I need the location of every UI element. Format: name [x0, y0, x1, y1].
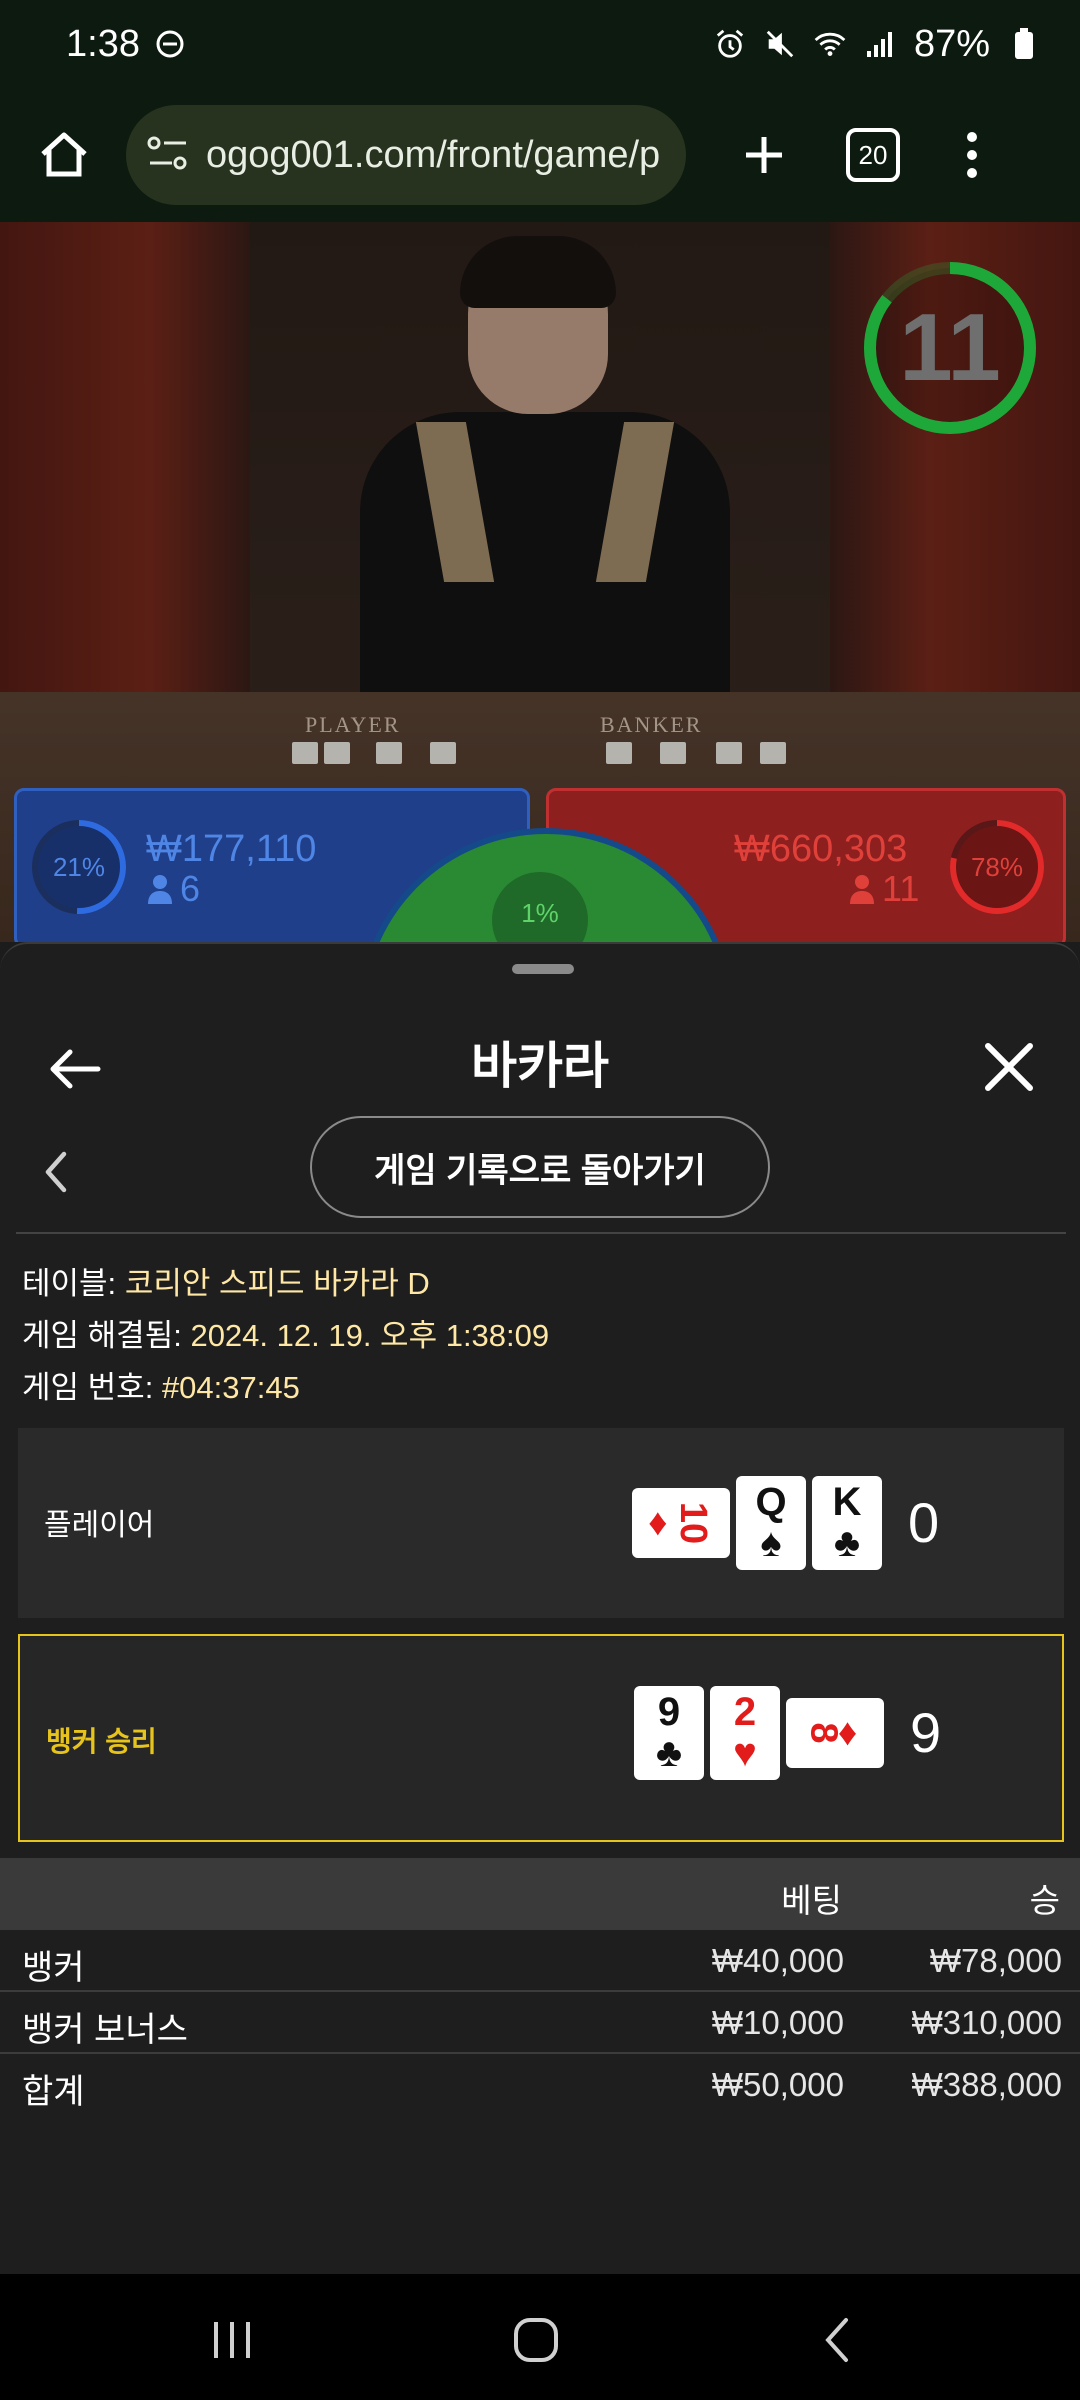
resolved-label: 게임 해결됨:	[22, 1318, 182, 1353]
close-icon[interactable]	[976, 1034, 1042, 1100]
card-suit: ♥	[733, 1731, 757, 1775]
playing-card: 8 ♦	[786, 1698, 884, 1768]
win-amount: ₩78,000	[929, 1942, 1062, 1979]
back-to-history-button[interactable]: 게임 기록으로 돌아가기	[310, 1116, 770, 1218]
playing-card: 9 ♣	[634, 1686, 704, 1780]
site-settings-icon[interactable]	[146, 133, 190, 178]
betting-board: 21% ₩177,110 6 1% ₩660,303 11 78%	[0, 782, 1080, 942]
chevron-left-icon[interactable]	[38, 1146, 74, 1198]
player-bettor-count: 6	[180, 868, 201, 909]
banker-win-label: 뱅커 승리	[46, 1726, 157, 1757]
banker-cards: 9 ♣ 2 ♥ 8 ♦	[634, 1686, 884, 1780]
card-suit: ♠	[760, 1521, 782, 1565]
card-rank: K	[832, 1480, 862, 1524]
alarm-icon	[714, 28, 746, 60]
recent-apps-icon[interactable]	[202, 2312, 262, 2368]
table-info-value: 코리안 스피드 바카라 D	[124, 1266, 430, 1301]
sheet-title: 바카라	[471, 1038, 609, 1094]
game-number-label: 게임 번호:	[22, 1370, 154, 1405]
bet-name: 뱅커 보너스	[22, 2011, 188, 2049]
new-tab-icon[interactable]	[724, 115, 804, 195]
bet-amount: ₩40,000	[711, 1942, 844, 1979]
player-pct: 21%	[52, 852, 106, 882]
player-score: 0	[908, 1491, 940, 1554]
game-history-sheet: 바카라 게임 기록으로 돌아가기 테이블: 코리안 스피드 바카라 D 게임 해…	[0, 942, 1080, 2274]
win-amount: ₩388,000	[911, 2066, 1062, 2103]
home-nav-icon[interactable]	[506, 2312, 566, 2368]
bet-amount: ₩50,000	[711, 2066, 844, 2103]
playing-card: 2 ♥	[710, 1686, 780, 1780]
address-bar[interactable]: ogog001.com/front/game/p	[126, 105, 686, 205]
user-icon	[148, 875, 172, 904]
tab-count: 20	[858, 139, 888, 170]
battery-percent: 87%	[913, 22, 990, 65]
player-total: ₩177,110	[146, 828, 317, 870]
game-number-info: 게임 번호: #04:37:45	[22, 1362, 300, 1407]
sheet-header: 바카라	[0, 992, 1080, 1132]
bet-name: 뱅커	[22, 1949, 85, 1987]
table-info: 테이블: 코리안 스피드 바카라 D	[22, 1258, 430, 1303]
status-bar: 1:38 87%	[0, 0, 1080, 88]
bet-amount: ₩10,000	[711, 2004, 844, 2041]
bet-total-row: 합계 ₩50,000 ₩388,000	[0, 2054, 1080, 2116]
card-suit: ♣	[655, 1731, 683, 1775]
banker-hand-row: 뱅커 승리 9 ♣ 2 ♥ 8 ♦ 9	[18, 1634, 1064, 1842]
card-rank: 2	[733, 1690, 757, 1734]
banker-bettors: 11	[850, 868, 919, 910]
tab-switcher-button[interactable]: 20	[846, 128, 900, 182]
resolved-value: 2024. 12. 19. 오후 1:38:09	[190, 1318, 550, 1353]
banker-bettor-count: 11	[882, 868, 920, 909]
win-amount: ₩310,000	[911, 2004, 1062, 2041]
player-hand-row: 플레이어 ♦ 10 Q ♠ K ♣ 0	[18, 1428, 1064, 1618]
player-cards: ♦ 10 Q ♠ K ♣	[632, 1476, 882, 1570]
banker-score: 9	[910, 1701, 942, 1764]
bet-name: 합계	[22, 2073, 85, 2111]
header-win: 승	[1029, 1882, 1060, 1919]
dnd-icon	[154, 28, 186, 60]
sheet-drag-handle[interactable]	[512, 964, 574, 974]
mute-icon	[764, 28, 796, 60]
banker-total: ₩660,303	[734, 828, 908, 870]
more-menu-icon[interactable]	[952, 115, 992, 195]
bet-row: 뱅커 보너스 ₩10,000 ₩310,000	[0, 1992, 1080, 2054]
battery-icon	[1008, 28, 1040, 60]
player-hand-label: 플레이어	[44, 1509, 155, 1542]
player-bettors: 6	[148, 868, 200, 910]
status-time: 1:38	[66, 22, 140, 65]
playing-card: ♦ 10	[632, 1488, 730, 1558]
banker-pct: 78%	[970, 852, 1024, 882]
card-rank: Q	[755, 1480, 787, 1524]
card-rank: 10	[671, 1501, 714, 1545]
browser-toolbar: ogog001.com/front/game/p 20	[0, 88, 1080, 222]
signal-icon	[864, 28, 896, 60]
back-nav-icon[interactable]	[810, 2312, 870, 2368]
resolved-info: 게임 해결됨: 2024. 12. 19. 오후 1:38:09	[22, 1310, 549, 1355]
tie-pct: 1%	[521, 898, 559, 928]
bets-table-header: 베팅 승	[0, 1858, 1080, 1930]
header-bet: 베팅	[781, 1882, 842, 1919]
home-icon[interactable]	[24, 115, 104, 195]
back-arrow-icon[interactable]	[42, 1036, 108, 1102]
card-rank: 9	[657, 1690, 681, 1734]
url-text[interactable]: ogog001.com/front/game/p	[206, 134, 660, 177]
game-number-value: #04:37:45	[161, 1370, 300, 1405]
card-rank: 8	[802, 1722, 845, 1744]
wifi-icon	[814, 28, 846, 60]
bet-row: 뱅커 ₩40,000 ₩78,000	[0, 1930, 1080, 1992]
user-icon	[850, 875, 874, 904]
playing-card: Q ♠	[736, 1476, 806, 1570]
system-nav-bar	[0, 2274, 1080, 2400]
countdown-number: 11	[899, 294, 1001, 401]
playing-card: K ♣	[812, 1476, 882, 1570]
divider	[16, 1232, 1066, 1234]
table-info-label: 테이블:	[22, 1266, 117, 1301]
card-suit: ♣	[833, 1521, 861, 1565]
card-suit: ♦	[648, 1502, 668, 1544]
